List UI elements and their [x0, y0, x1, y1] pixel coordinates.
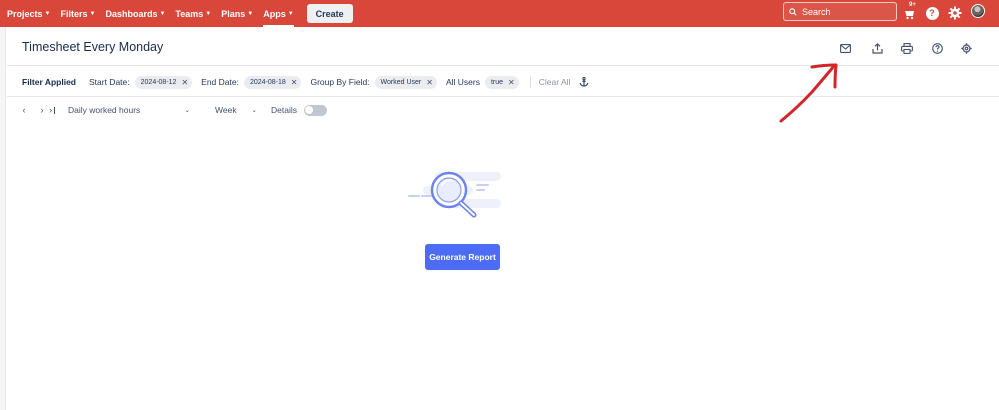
all-users-value: true	[490, 78, 504, 86]
search-icon	[789, 7, 797, 16]
nav-projects-label: Projects	[7, 8, 43, 19]
details-toggle[interactable]	[303, 104, 327, 116]
nav-filters-label: Filters	[60, 8, 88, 19]
magnifier-illustration	[408, 171, 501, 218]
settings-icon	[960, 42, 972, 54]
anchor-icon[interactable]	[579, 77, 589, 87]
left-rail	[0, 27, 6, 410]
close-icon[interactable]: ✕	[426, 78, 433, 87]
report-type-value: Daily worked hours	[68, 105, 141, 115]
header-divider	[7, 65, 999, 66]
start-date-label: Start Date:	[89, 77, 130, 87]
last-icon[interactable]: ›	[47, 105, 57, 115]
help-button[interactable]: ?	[924, 5, 940, 21]
group-by-value: Worked User	[380, 78, 422, 86]
filter-divider	[7, 96, 999, 97]
clear-all-link[interactable]: Clear All	[539, 77, 571, 87]
group-by-chip[interactable]: Worked User ✕	[374, 75, 437, 89]
close-icon[interactable]: ✕	[291, 78, 298, 87]
top-navigation-bar: Projects ▼ Filters ▼ Dashboards ▼ Teams ▼ Pl…	[0, 0, 999, 27]
chevron-down-icon: ▼	[89, 11, 96, 17]
nav-teams[interactable]: Teams ▼	[175, 0, 211, 27]
notifications-button[interactable]: 9+	[903, 2, 919, 21]
export-icon	[871, 42, 883, 54]
help-icon	[931, 42, 943, 54]
nav-teams-label: Teams	[175, 8, 204, 19]
help-icon: ?	[925, 6, 939, 20]
print-button[interactable]	[900, 41, 914, 55]
chevron-down-icon: ▼	[205, 11, 212, 17]
generate-report-button[interactable]: Generate Report	[425, 244, 500, 270]
nav-dashboards-label: Dashboards	[105, 8, 158, 19]
nav-plans-label: Plans	[221, 8, 246, 19]
previous-icon[interactable]: ‹	[19, 105, 29, 115]
end-date-chip[interactable]: 2024-08-18 ✕	[243, 75, 302, 89]
settings-icon	[948, 6, 962, 20]
filter-applied-label: Filter Applied	[22, 77, 76, 87]
chevron-down-icon: ▼	[247, 11, 254, 17]
chevron-down-icon: ▼	[287, 11, 294, 17]
nav-plans[interactable]: Plans ▼	[221, 0, 253, 27]
search-placeholder: Search	[802, 6, 831, 17]
next-icon[interactable]: ›	[37, 105, 47, 115]
nav-projects[interactable]: Projects ▼	[7, 0, 50, 27]
all-users-label: All Users	[445, 77, 480, 87]
chevron-down-icon: ⌄	[251, 107, 257, 114]
export-button[interactable]	[870, 41, 884, 55]
details-label: Details	[271, 105, 297, 115]
print-icon	[901, 42, 913, 54]
chevron-down-icon: ▼	[44, 11, 51, 17]
settings-button[interactable]	[947, 5, 963, 21]
close-icon[interactable]: ✕	[508, 78, 515, 87]
nav-apps[interactable]: Apps ▼	[263, 0, 295, 27]
start-date-value: 2024-08-12	[140, 78, 177, 86]
email-icon	[839, 43, 851, 53]
nav-apps-label: Apps	[263, 8, 286, 19]
annotation-arrow-icon	[779, 63, 838, 123]
period-select[interactable]: Week ⌄	[215, 105, 257, 115]
help-button-header[interactable]	[930, 41, 944, 55]
all-users-chip[interactable]: true ✕	[484, 75, 519, 89]
end-date-label: End Date:	[201, 77, 239, 87]
nav-dashboards[interactable]: Dashboards ▼	[105, 0, 165, 27]
settings-button-header[interactable]	[959, 41, 973, 55]
search-input[interactable]: Search	[783, 2, 897, 21]
report-type-select[interactable]: Daily worked hours ⌄	[68, 105, 190, 115]
chevron-down-icon: ⌄	[184, 107, 190, 114]
filter-separator	[529, 76, 531, 88]
email-button[interactable]	[838, 41, 852, 55]
nav-filters[interactable]: Filters ▼	[60, 0, 95, 27]
filter-bar: Filter Applied Start Date: 2024-08-12 ✕ E…	[22, 74, 589, 90]
end-date-value: 2024-08-18	[249, 78, 286, 86]
create-button[interactable]: Create	[306, 4, 353, 23]
chevron-down-icon: ▼	[159, 11, 166, 17]
group-by-label: Group By Field:	[310, 77, 370, 87]
period-value: Week	[215, 105, 237, 115]
avatar[interactable]	[971, 4, 985, 18]
notification-badge: 9+	[909, 2, 916, 8]
report-toolbar: ‹ › › Daily worked hours ⌄ Week ⌄ Detail…	[19, 103, 327, 117]
close-icon[interactable]: ✕	[181, 78, 188, 87]
start-date-chip[interactable]: 2024-08-12 ✕	[134, 75, 193, 89]
page-title: Timesheet Every Monday	[22, 40, 164, 54]
